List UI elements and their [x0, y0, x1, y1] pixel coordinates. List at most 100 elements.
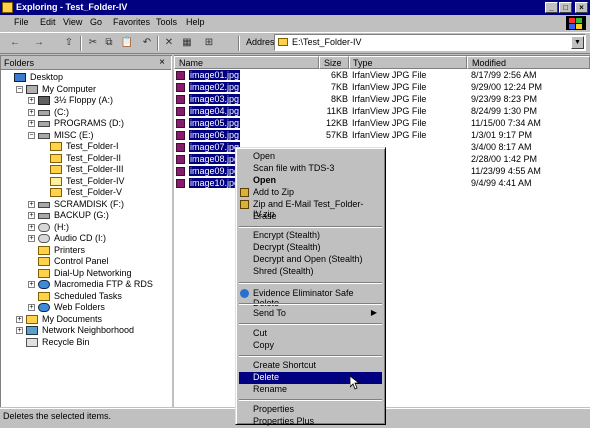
folders-pane-title: Folders	[4, 58, 35, 68]
file-row[interactable]: image01.jpg 6KB IrfanView JPG File 8/17/99 …	[174, 70, 590, 82]
menu-item-properties[interactable]: Properties	[239, 404, 382, 416]
menu-item-copy[interactable]: Copy	[239, 340, 382, 352]
folders-pane: Folders × Desktop − My Computer +3½ Floppy …	[0, 55, 172, 407]
file-modified: 11/23/99 4:55 AM	[471, 166, 541, 176]
expand-icon[interactable]: +	[16, 315, 23, 323]
expand-icon[interactable]: +	[28, 97, 35, 104]
menu-bar: File Edit View Go Favorites Tools Help	[0, 15, 590, 31]
file-name: image07.jpg	[189, 142, 241, 152]
expand-icon[interactable]: +	[28, 223, 35, 231]
paste-icon[interactable]: 📋	[120, 36, 134, 50]
window-title: Exploring - Test_Folder-IV	[16, 2, 128, 12]
menu-tools[interactable]: Tools	[156, 17, 177, 27]
address-dropdown-button[interactable]: ▼	[571, 36, 584, 49]
expand-icon[interactable]: +	[28, 235, 35, 242]
tree-item-label: BACKUP (G:)	[54, 210, 109, 220]
views-icon[interactable]: ⊞	[202, 36, 216, 50]
globe-icon	[38, 280, 50, 289]
expand-icon[interactable]: +	[28, 212, 35, 219]
tree-item-label: Web Folders	[54, 302, 105, 312]
close-button[interactable]: ×	[575, 2, 588, 13]
tree-item-label: Macromedia FTP & RDS	[54, 279, 153, 289]
folder-icon	[50, 188, 62, 197]
menu-go[interactable]: Go	[90, 17, 102, 27]
menu-view[interactable]: View	[63, 17, 82, 27]
properties-icon[interactable]: ▦	[180, 36, 194, 50]
menu-item-properties-plus[interactable]: Properties Plus	[239, 416, 382, 428]
file-size: 57KB	[325, 130, 348, 140]
expand-icon[interactable]: +	[28, 304, 35, 311]
close-pane-icon[interactable]: ×	[159, 57, 165, 68]
menu-item-decrypt[interactable]: Decrypt (Stealth)	[239, 242, 382, 254]
folders-pane-header: Folders ×	[1, 56, 171, 70]
expand-icon[interactable]: +	[28, 120, 35, 127]
menu-edit[interactable]: Edit	[40, 17, 56, 27]
menu-help[interactable]: Help	[186, 17, 205, 27]
menu-item-create-shortcut[interactable]: Create Shortcut	[239, 360, 382, 372]
expand-icon[interactable]: +	[28, 281, 35, 288]
file-name: image04.jpg	[189, 106, 241, 116]
collapse-icon[interactable]: −	[16, 85, 23, 93]
menu-item-rename[interactable]: Rename	[239, 384, 382, 396]
file-row[interactable]: image04.jpg 11KB IrfanView JPG File 8/24/99…	[174, 106, 590, 118]
menu-item-zip-email[interactable]: Zip and E-Mail Test_Folder-IV.zip	[239, 199, 382, 219]
column-header-size[interactable]: Size	[319, 56, 349, 69]
file-modified: 9/4/99 4:41 AM	[471, 178, 532, 188]
drive-icon	[38, 121, 50, 127]
delete-icon[interactable]: ✕	[162, 36, 176, 50]
file-row[interactable]: image06.jpg 57KB IrfanView JPG File 1/3/01 …	[174, 130, 590, 142]
column-header-modified[interactable]: Modified	[467, 56, 590, 69]
expand-icon[interactable]: +	[16, 327, 23, 334]
menu-favorites[interactable]: Favorites	[113, 17, 150, 27]
file-row[interactable]: image02.jpg 7KB IrfanView JPG File 9/29/00 …	[174, 82, 590, 94]
menu-item-open[interactable]: Open	[239, 151, 382, 163]
tree-item-label: Test_Folder-I	[66, 141, 119, 151]
menu-item-scan-tds3[interactable]: Scan file with TDS-3	[239, 163, 382, 175]
file-name: image10.jpg	[189, 178, 241, 188]
expand-icon[interactable]: +	[28, 108, 35, 116]
copy-icon[interactable]: ⧉	[102, 36, 116, 50]
sys-icon	[38, 257, 50, 266]
file-type: IrfanView JPG File	[352, 106, 427, 116]
folder-icon	[278, 38, 288, 46]
toolbar-separator	[238, 36, 240, 51]
context-menu: Open Scan file with TDS-3 Open Add to Zi…	[235, 147, 386, 428]
expand-icon[interactable]: +	[28, 200, 35, 208]
menu-separator	[239, 355, 382, 357]
file-type: IrfanView JPG File	[352, 82, 427, 92]
menu-item-delete[interactable]: Delete	[239, 372, 382, 384]
column-header-name[interactable]: Name	[174, 56, 319, 69]
file-row[interactable]: image03.jpg 8KB IrfanView JPG File 9/23/99 …	[174, 94, 590, 106]
menu-item-encrypt[interactable]: Encrypt (Stealth)	[239, 230, 382, 242]
column-header-type[interactable]: Type	[349, 56, 467, 69]
menu-item-shred[interactable]: Shred (Stealth)	[239, 266, 382, 278]
back-icon[interactable]: ←	[8, 36, 22, 50]
menu-item-erase[interactable]: Erase	[239, 211, 382, 223]
menu-item-add-to-zip[interactable]: Add to Zip	[239, 187, 382, 199]
forward-icon[interactable]: →	[32, 36, 46, 50]
tree-item-label: Audio CD (I:)	[54, 233, 107, 243]
address-bar[interactable]: E:\Test_Folder-IV ▼	[274, 34, 586, 51]
menu-item-send-to[interactable]: Send To ▶	[239, 308, 382, 320]
menu-item-open-default[interactable]: Open	[239, 175, 382, 187]
cut-icon[interactable]: ✂	[86, 36, 100, 50]
menu-item-decrypt-open[interactable]: Decrypt and Open (Stealth)	[239, 254, 382, 266]
computer-icon	[26, 84, 38, 94]
menu-item-cut[interactable]: Cut	[239, 328, 382, 340]
file-type: IrfanView JPG File	[352, 70, 427, 80]
up-folder-icon[interactable]: ⇧	[62, 36, 76, 50]
file-type: IrfanView JPG File	[352, 94, 427, 104]
collapse-icon[interactable]: −	[28, 131, 35, 139]
address-value[interactable]: E:\Test_Folder-IV	[292, 37, 362, 47]
file-modified: 9/23/99 8:23 PM	[471, 94, 538, 104]
file-modified: 1/3/01 9:17 PM	[471, 130, 533, 140]
mouse-pointer-icon	[350, 376, 360, 390]
maximize-button[interactable]: □	[559, 2, 572, 13]
folder-open-icon	[50, 176, 62, 186]
minimize-button[interactable]: _	[545, 2, 558, 13]
menu-file[interactable]: File	[14, 17, 29, 27]
menu-item-evidence-eliminator[interactable]: Evidence Eliminator Safe Delete	[239, 288, 382, 308]
jpg-file-icon	[176, 167, 185, 176]
file-row[interactable]: image05.jpg 12KB IrfanView JPG File 11/15/0…	[174, 118, 590, 130]
undo-icon[interactable]: ↶	[140, 36, 154, 50]
